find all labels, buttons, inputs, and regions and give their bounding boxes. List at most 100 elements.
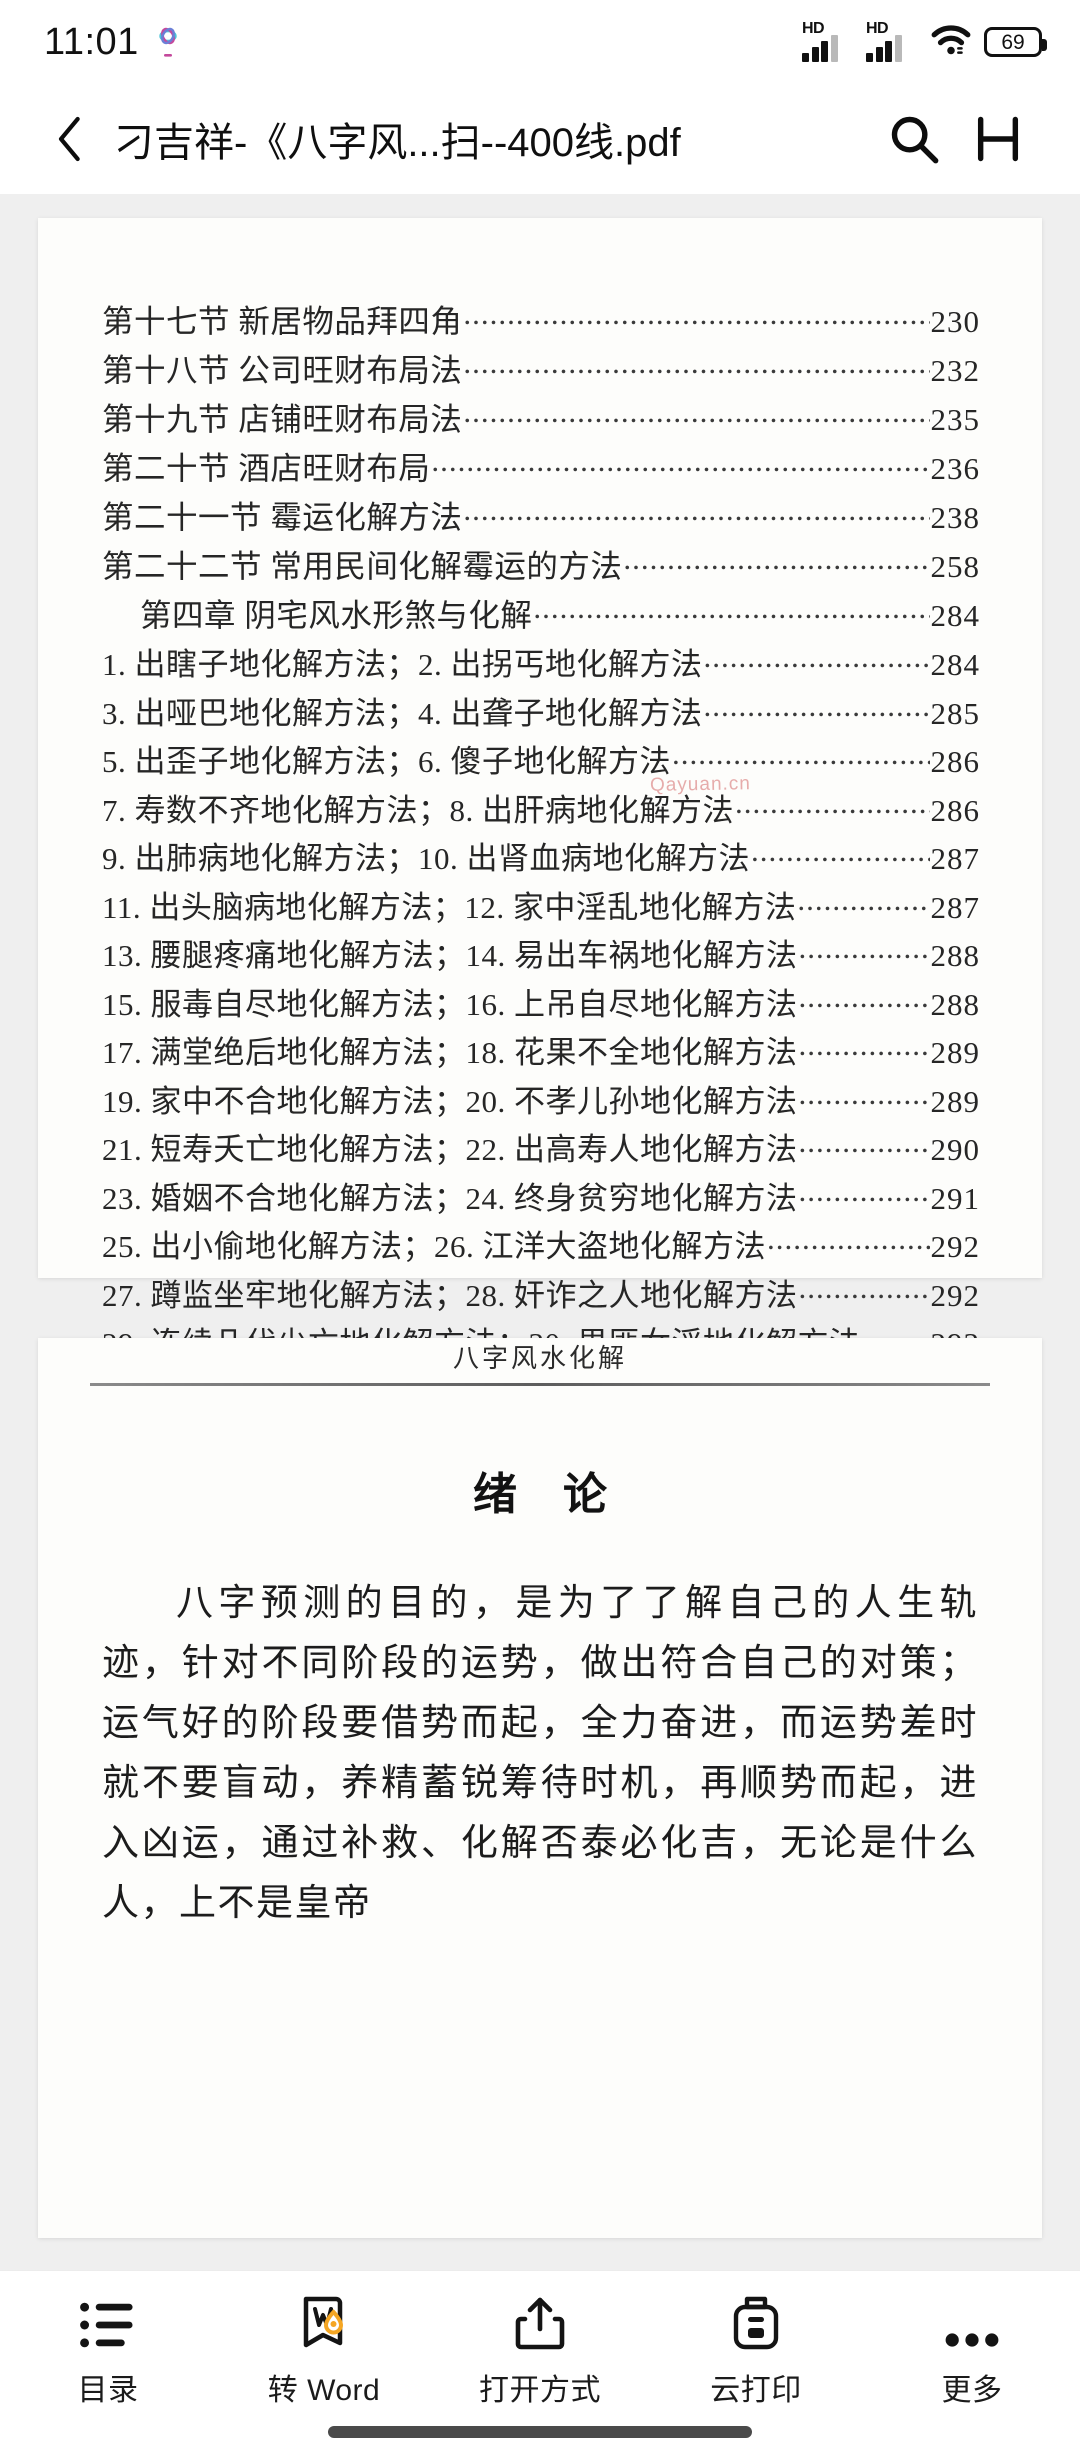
toc-entry-page: 286 [930,744,980,779]
toolbar-label-more: 更多 [941,2374,1003,2407]
toc-entry-page: 235 [930,402,980,437]
toc-entry-label: 3. 出哑巴地化解方法；4. 出聋子地化解方法 [102,695,703,731]
toolbar-item-open-with[interactable]: 打开方式 [432,2287,648,2409]
search-icon[interactable] [872,97,956,181]
toc-entry-label: 9. 出肺病地化解方法；10. 出肾血病地化解方法 [102,841,750,876]
status-bar: 11:01 HD HD 69 [0,0,1080,84]
toc-entry[interactable]: 3. 出哑巴地化解方法；4. 出聋子地化解方法 285 [102,698,980,729]
toc-entry[interactable]: 11. 出头脑病地化解方法；12. 家中淫乱地化解方法 287 [102,892,980,923]
signal-bars-icon-2: HD [866,20,918,62]
toc-entry-label: 第十九节 店铺旺财布局法 [102,402,463,437]
toc-entry[interactable]: 7. 寿数不齐地化解方法；8. 出肝病地化解方法 286 [102,795,980,826]
toolbar-label-open-with: 打开方式 [479,2374,601,2407]
pdf-page-preface[interactable]: 八字风水化解 绪论 八字预测的目的，是为了了解自己的人生轨迹，针对不同阶段的运势… [38,1338,1042,2238]
toc-entry-label: 第十七节 新居物品拜四角 [102,304,463,339]
toc-entry-page: 284 [930,598,980,633]
toc-entry-label: 23. 婚姻不合地化解方法；24. 终身贫穷地化解方法 [102,1180,798,1216]
status-bar-right: HD HD 69 [802,20,1047,62]
wifi-icon [930,23,972,62]
toc-entry-label: 7. 寿数不齐地化解方法；8. 出肝病地化解方法 [102,792,734,828]
toc-entry-page: 288 [930,986,980,1022]
toc-leader-dots [463,502,929,528]
toc-entry[interactable]: 第二十二节 常用民间化解霉运的方法 258 [102,551,980,583]
toc-entry-page: 287 [930,841,980,876]
toc-entry[interactable]: 17. 满堂绝后地化解方法；18. 花果不全地化解方法 289 [102,1037,980,1068]
toc-leader-dots [704,649,930,675]
word-doc-icon [294,2287,354,2351]
toolbar-item-more[interactable]: 更多 [864,2287,1080,2409]
toc-entry[interactable]: 1. 出瞎子地化解方法；2. 出拐丐地化解方法 284 [102,649,980,680]
pdf-page-toc[interactable]: 第十七节 新居物品拜四角 230 第十八节 公司旺财布局法 232 第十九节 店铺旺财布… [38,218,1042,1747]
printer-icon [729,2287,783,2351]
battery-level: 69 [1001,30,1025,54]
toc-entry-label: 13. 腰腿疼痛地化解方法；14. 易出车祸地化解方法 [102,938,798,973]
page-title: 刁吉祥-《八字风...扫--400线.pdf [114,121,681,165]
toc-entry-label: 第二十节 酒店旺财布局 [102,451,431,486]
home-gesture-bar[interactable] [328,2426,752,2438]
toc-entry-page: 232 [930,353,980,388]
battery-indicator: 69 [984,27,1047,57]
toc-entry-page: 289 [930,1083,980,1119]
toc-entry[interactable]: 第十七节 新居物品拜四角 230 [102,306,980,338]
toc-leader-dots [704,698,930,724]
toolbar-item-catalog[interactable]: 目录 [0,2287,216,2409]
status-bar-left: 11:01 [44,21,183,64]
toc-leader-dots [799,1037,930,1063]
toc-entry[interactable]: 第十九节 店铺旺财布局法 235 [102,404,980,436]
toc-entry-label: 第十八节 公司旺财布局法 [102,353,463,388]
toolbar-label-catalog: 目录 [77,2374,139,2407]
toc-entry[interactable]: 9. 出肺病地化解方法；10. 出肾血病地化解方法 287 [102,843,980,874]
toc-entry[interactable]: 13. 腰腿疼痛地化解方法；14. 易出车祸地化解方法 288 [102,940,980,971]
toc-leader-dots [533,600,929,626]
toolbar-item-to-word[interactable]: 转 Word [216,2287,432,2409]
toc-entry-label: 第二十一节 霉运化解方法 [102,500,463,535]
toc-leader-dots [672,746,930,772]
toc-entry[interactable]: 25. 出小偷地化解方法；26. 江洋大盗地化解方法 292 [102,1231,980,1262]
toc-leader-dots [463,306,929,332]
toc-leader-dots [623,551,929,577]
toc-entry[interactable]: 21. 短寿夭亡地化解方法；22. 出高寿人地化解方法 290 [102,1134,980,1165]
toc-entry[interactable]: 23. 婚姻不合地化解方法；24. 终身贫穷地化解方法 291 [102,1183,980,1214]
atom-icon [153,25,183,59]
toc-entry[interactable]: 第十八节 公司旺财布局法 232 [102,355,980,387]
more-dots-icon [943,2287,1001,2351]
toc-leader-dots [463,355,929,381]
toc-entry-label: 5. 出歪子地化解方法；6. 傻子地化解方法 [102,744,671,779]
toolbar-label-to-word: 转 Word [267,2374,381,2407]
body-paragraph: 八字预测的目的，是为了了解自己的人生轨迹，针对不同阶段的运势，做出符合自己的对策… [102,1583,978,1924]
header-divider [90,1383,990,1386]
toc-entry[interactable]: 第二十一节 霉运化解方法 238 [102,502,980,534]
toc-entry-page: 285 [930,695,980,731]
toc-entry-page: 236 [930,451,980,486]
reflow-icon[interactable] [956,97,1040,181]
toc-entry-label: 1. 出瞎子地化解方法；2. 出拐丐地化解方法 [102,647,703,682]
toc-entry-page: 287 [930,889,980,925]
toc-entry-page: 289 [930,1035,980,1070]
toolbar-item-cloud-print[interactable]: 云打印 [648,2287,864,2409]
signal-bars-icon: HD [802,20,854,62]
toc-entry-page: 292 [930,1277,980,1313]
body-text: 八字预测的目的，是为了了解自己的人生轨迹，针对不同阶段的运势，做出符合自己的对策… [102,1574,978,1934]
chapter-title: 绪论 [473,1470,653,1519]
list-icon [79,2287,137,2351]
toc-leader-dots [799,1183,930,1209]
status-clock: 11:01 [44,20,139,63]
toc-entry-label: 第四章 阴宅风水形煞与化解 [140,598,533,633]
toc-entry[interactable]: 19. 家中不合地化解方法；20. 不孝儿孙地化解方法 289 [102,1086,980,1117]
toc-leader-dots [767,1231,930,1257]
toc-entry[interactable]: 15. 服毒自尽地化解方法；16. 上吊自尽地化解方法 288 [102,989,980,1020]
toc-leader-dots [463,404,929,430]
toc-entry[interactable]: 第四章 阴宅风水形煞与化解 284 [102,600,980,632]
toc-entry-page: 290 [930,1132,980,1167]
toc-leader-dots [799,1134,930,1160]
chevron-left-icon[interactable] [34,102,108,176]
pdf-viewer[interactable]: 第十七节 新居物品拜四角 230 第十八节 公司旺财布局法 232 第十九节 店铺旺财布… [0,194,1080,2270]
toc-entry[interactable]: 27. 蹲监坐牢地化解方法；28. 奸诈之人地化解方法 292 [102,1280,980,1311]
toc-entry[interactable]: 5. 出歪子地化解方法；6. 傻子地化解方法 286 [102,746,980,777]
toc-entry-label: 19. 家中不合地化解方法；20. 不孝儿孙地化解方法 [102,1083,798,1119]
toc-entry-page: 292 [930,1229,980,1264]
toc-entry[interactable]: 第二十节 酒店旺财布局 236 [102,453,980,485]
toc-entry-page: 288 [930,938,980,973]
title-bar: 刁吉祥-《八字风...扫--400线.pdf [0,84,1080,194]
toc-entry-label: 25. 出小偷地化解方法；26. 江洋大盗地化解方法 [102,1229,766,1264]
